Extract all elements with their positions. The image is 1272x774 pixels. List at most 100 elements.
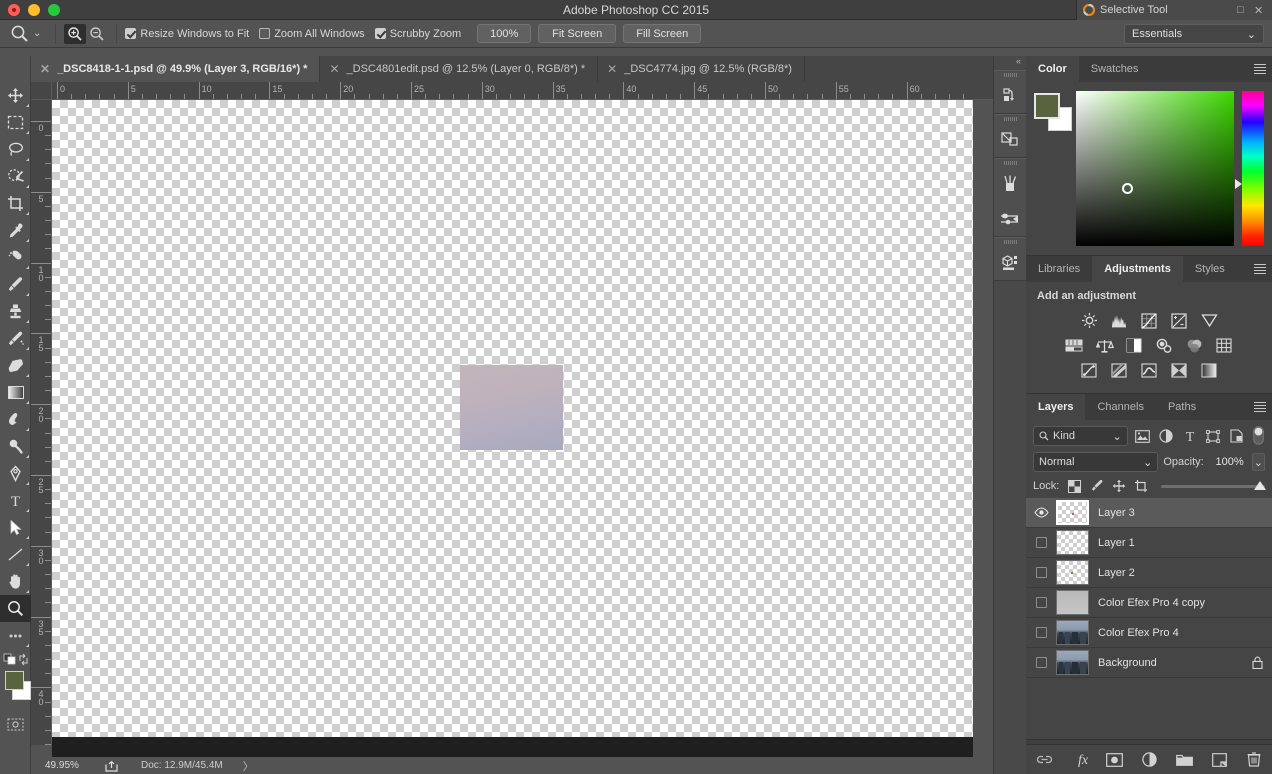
posterize-icon[interactable] [1110,361,1129,380]
document-tab-3[interactable]: ✕ _DSC4774.jpg @ 12.5% (RGB/8*) [598,56,805,82]
history-panel-group[interactable] [994,70,1026,114]
fill-slider[interactable] [1161,477,1266,495]
hand-tool[interactable] [0,568,31,595]
opacity-value[interactable]: 100% [1209,453,1247,471]
lock-image-pixels-icon[interactable] [1089,479,1104,494]
black-white-icon[interactable] [1125,336,1144,355]
vibrance-icon[interactable] [1200,311,1219,330]
zoom-all-windows-checkbox[interactable]: Zoom All Windows [259,28,365,40]
filter-pixel-icon[interactable] [1134,427,1152,445]
ruler-origin[interactable] [31,82,52,100]
scrubby-zoom-checkbox-box[interactable] [374,28,386,39]
filter-type-icon[interactable]: T [1181,427,1199,445]
layer-name[interactable]: Layer 2 [1098,567,1264,579]
table-row[interactable]: Color Efex Pro 4 copy [1026,588,1272,618]
layer-name[interactable]: Background [1098,657,1250,669]
threshold-icon[interactable] [1140,361,1159,380]
link-layers-icon[interactable] [1036,751,1053,768]
collapse-panels-icon[interactable]: « [994,56,1026,70]
workspace-selector[interactable]: Essentials ⌄ [1124,24,1264,44]
panel-grip[interactable] [994,159,1026,166]
eyedropper-tool[interactable] [0,217,31,244]
saturation-value-gradient[interactable] [1076,91,1234,246]
3d-panel-icon[interactable] [994,245,1026,280]
pen-tool[interactable] [0,460,31,487]
tab-styles[interactable]: Styles [1183,256,1237,282]
workspace-chevron-icon[interactable]: ⌄ [1247,28,1256,41]
vertical-ruler[interactable]: 0 5 10 15 20 25 30 35 40 [31,100,52,745]
delete-layer-icon[interactable] [1246,751,1263,768]
foreground-color-swatch[interactable] [5,671,24,690]
tab-color[interactable]: Color [1026,56,1079,82]
brush-tool[interactable] [0,271,31,298]
brush-settings-panel-icon[interactable] [994,201,1026,236]
zoom-100-button[interactable]: 100% [477,24,532,43]
color-panel-swatches[interactable] [1034,93,1072,131]
resize-windows-checkbox-box[interactable] [125,28,137,39]
layer-thumbnail[interactable] [1056,560,1089,585]
dodge-tool[interactable] [0,433,31,460]
share-icon[interactable] [105,760,119,772]
filter-smart-object-icon[interactable] [1228,427,1246,445]
move-tool[interactable] [0,82,31,109]
color-panel-foreground-swatch[interactable] [1034,93,1060,119]
lock-artboard-nesting-icon[interactable] [1133,479,1148,494]
table-row[interactable]: Background [1026,648,1272,678]
brush-panels-group[interactable] [994,158,1026,237]
document-tab-2[interactable]: ✕ _DSC4801edit.psd @ 12.5% (Layer 0, RGB… [320,56,599,82]
close-tab-icon[interactable]: ✕ [329,63,339,75]
line-tool[interactable] [0,541,31,568]
panel-grip[interactable] [994,115,1026,122]
table-row[interactable]: Layer 3 [1026,498,1272,528]
3d-panel-group[interactable] [994,237,1026,281]
table-row[interactable]: Layer 2 [1026,558,1272,588]
opacity-chevron-icon[interactable]: ⌄ [1251,453,1265,471]
layer-thumbnail[interactable] [1056,620,1089,645]
horizontal-ruler[interactable]: 0 5 10 15 20 25 30 35 40 45 50 55 60 [52,82,993,100]
scrubby-zoom-checkbox[interactable]: Scrubby Zoom [374,28,461,40]
quick-mask-mode[interactable] [0,711,31,738]
layer-comps-panel-group[interactable] [994,114,1026,158]
new-group-icon[interactable] [1175,751,1193,768]
lock-transparent-pixels-icon[interactable] [1067,479,1082,494]
new-adjustment-layer-icon[interactable] [1141,751,1158,768]
photo-filter-icon[interactable] [1155,336,1174,355]
hue-slider[interactable] [1235,91,1264,246]
brush-presets-panel-icon[interactable] [994,166,1026,201]
layer-visibility-toggle[interactable] [1026,567,1056,578]
canvas-area[interactable] [52,100,993,745]
table-row[interactable]: Layer 1 [1026,528,1272,558]
layers-panel-menu-icon[interactable] [1254,402,1266,414]
layer-thumbnail[interactable] [1056,650,1089,675]
document-canvas[interactable] [52,100,973,737]
layer-name[interactable]: Color Efex Pro 4 [1098,627,1264,639]
panel-grip[interactable] [994,238,1026,245]
layer-name[interactable]: Color Efex Pro 4 copy [1098,597,1264,609]
horizontal-type-tool[interactable]: T [0,487,31,514]
tab-layers[interactable]: Layers [1026,394,1086,420]
color-balance-icon[interactable] [1095,336,1114,355]
ext-maximize-icon[interactable]: □ [1237,4,1249,16]
selective-color-icon[interactable] [1170,361,1189,380]
tab-channels[interactable]: Channels [1085,394,1155,420]
rectangular-marquee-tool[interactable] [0,109,31,136]
filter-enable-toggle[interactable] [1253,426,1265,446]
exposure-icon[interactable] [1170,311,1189,330]
eraser-tool[interactable] [0,352,31,379]
layer-name[interactable]: Layer 3 [1098,507,1264,519]
layer-visibility-toggle[interactable] [1026,657,1056,668]
layer-thumbnail[interactable] [1056,500,1089,525]
color-swatches[interactable] [0,669,31,711]
tab-paths[interactable]: Paths [1156,394,1208,420]
channel-mixer-icon[interactable] [1185,336,1204,355]
blur-tool[interactable] [0,406,31,433]
selective-tool-window[interactable]: Selective Tool □ ✕ [1076,0,1272,20]
layer-thumbnail[interactable] [1056,530,1089,555]
crop-tool[interactable] [0,190,31,217]
color-picker-marker[interactable] [1122,183,1133,194]
zoom-in-button[interactable] [64,23,87,44]
layer-thumbnail[interactable] [1056,590,1089,615]
invert-icon[interactable] [1080,361,1099,380]
gradient-tool[interactable] [0,379,31,406]
adjustments-panel-menu-icon[interactable] [1254,264,1266,276]
